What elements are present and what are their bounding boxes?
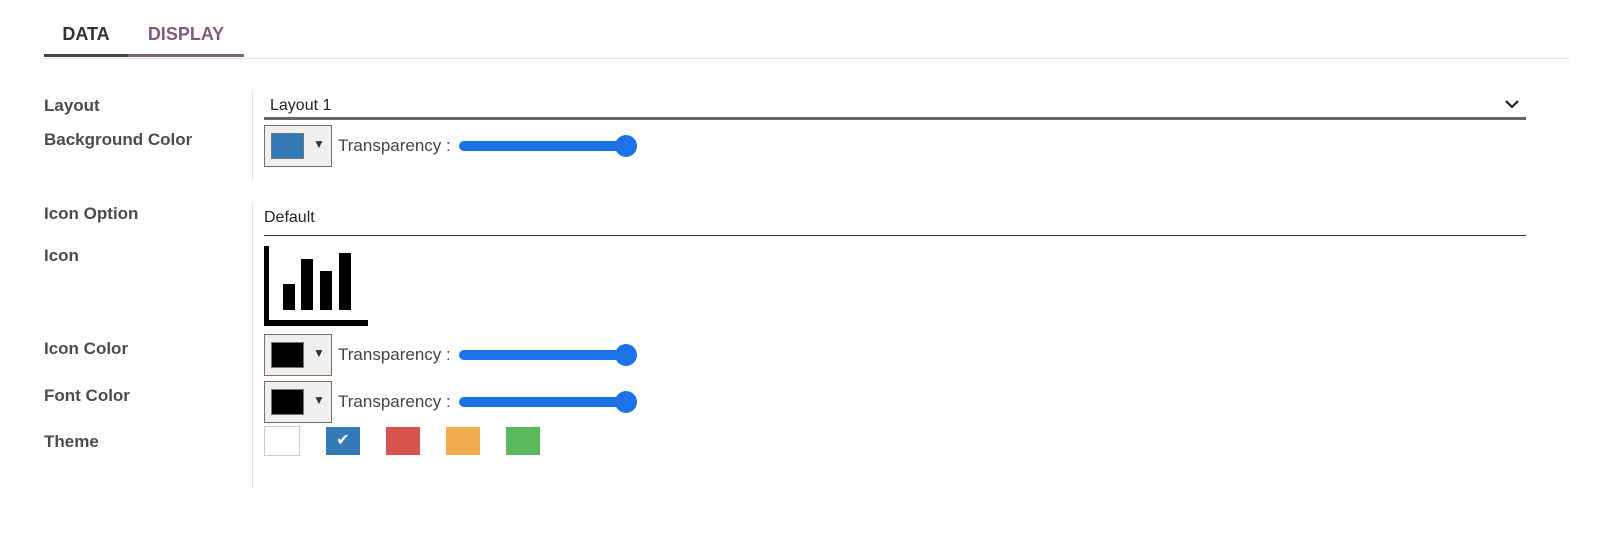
slider-track bbox=[458, 397, 626, 407]
icon-option-value: Default bbox=[264, 209, 315, 226]
theme-swatch[interactable] bbox=[386, 427, 420, 455]
icon-option-select[interactable]: Default bbox=[264, 204, 1526, 236]
group-divider bbox=[252, 90, 253, 180]
font-transparency-slider[interactable] bbox=[458, 391, 637, 413]
background-color-picker[interactable]: ▼ bbox=[264, 125, 332, 167]
slider-track bbox=[458, 350, 626, 360]
icon-transparency-slider[interactable] bbox=[458, 344, 637, 366]
theme-swatch[interactable] bbox=[446, 427, 480, 455]
icon-color-label: Icon Color bbox=[44, 339, 129, 358]
tab-data[interactable]: DATA bbox=[44, 16, 128, 57]
icon-label: Icon bbox=[44, 246, 79, 265]
background-color-label: Background Color bbox=[44, 130, 193, 149]
bar-chart-icon[interactable] bbox=[264, 246, 368, 326]
tab-display[interactable]: DISPLAY bbox=[128, 16, 244, 57]
dropdown-arrow-icon: ▼ bbox=[313, 393, 325, 407]
chevron-down-icon bbox=[1505, 100, 1519, 109]
icon-option-label: Icon Option bbox=[44, 204, 139, 223]
layout-group: Layout Layout 1 Background Color ▼ Trans… bbox=[44, 90, 1526, 180]
font-color-row: ▼ Transparency : bbox=[264, 380, 637, 424]
icon-transparency-label: Transparency : bbox=[338, 345, 451, 364]
font-color-swatch bbox=[271, 389, 304, 415]
theme-label: Theme bbox=[44, 432, 99, 451]
dropdown-arrow-icon: ▼ bbox=[313, 137, 325, 151]
background-transparency-slider[interactable] bbox=[458, 135, 637, 157]
slider-thumb[interactable] bbox=[614, 391, 637, 413]
dropdown-arrow-icon: ▼ bbox=[313, 346, 325, 360]
group-divider bbox=[252, 202, 253, 488]
theme-swatch[interactable]: ✔ bbox=[326, 427, 360, 455]
theme-swatch[interactable] bbox=[506, 427, 540, 455]
icon-color-row: ▼ Transparency : bbox=[264, 333, 637, 377]
font-transparency-label: Transparency : bbox=[338, 392, 451, 411]
settings-tabs: DATA DISPLAY bbox=[44, 16, 1570, 59]
background-transparency-label: Transparency : bbox=[338, 136, 451, 155]
slider-thumb[interactable] bbox=[614, 344, 637, 366]
background-color-swatch bbox=[271, 133, 304, 159]
slider-track bbox=[458, 141, 626, 151]
layout-label: Layout bbox=[44, 96, 100, 115]
slider-thumb[interactable] bbox=[614, 135, 637, 157]
layout-select[interactable]: Layout 1 bbox=[264, 90, 1526, 120]
icon-color-swatch bbox=[271, 342, 304, 368]
layout-select-value: Layout 1 bbox=[270, 97, 332, 114]
font-color-picker[interactable]: ▼ bbox=[264, 381, 332, 423]
icon-group: Icon Option Default Icon Icon Color ▼ Tr… bbox=[44, 202, 1526, 488]
font-color-label: Font Color bbox=[44, 386, 130, 405]
background-color-row: ▼ Transparency : bbox=[264, 124, 637, 168]
icon-color-picker[interactable]: ▼ bbox=[264, 334, 332, 376]
theme-swatch[interactable] bbox=[264, 426, 300, 456]
dashboard-item-settings: DATA DISPLAY Layout Layout 1 Background … bbox=[0, 0, 1609, 551]
